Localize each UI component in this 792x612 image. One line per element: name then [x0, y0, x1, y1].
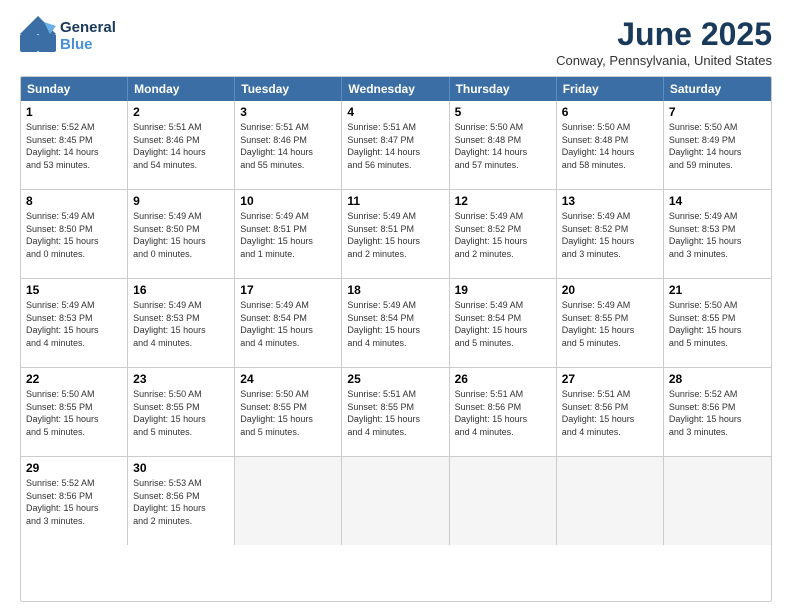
day-20: 20 Sunrise: 5:49 AMSunset: 8:55 PMDaylig… [557, 279, 664, 367]
day-10: 10 Sunrise: 5:49 AMSunset: 8:51 PMDaylig… [235, 190, 342, 278]
header-tuesday: Tuesday [235, 77, 342, 101]
day-27: 27 Sunrise: 5:51 AMSunset: 8:56 PMDaylig… [557, 368, 664, 456]
week-row-2: 8 Sunrise: 5:49 AMSunset: 8:50 PMDayligh… [21, 189, 771, 278]
day-4: 4 Sunrise: 5:51 AMSunset: 8:47 PMDayligh… [342, 101, 449, 189]
week-row-5: 29 Sunrise: 5:52 AMSunset: 8:56 PMDaylig… [21, 456, 771, 545]
day-26: 26 Sunrise: 5:51 AMSunset: 8:56 PMDaylig… [450, 368, 557, 456]
calendar-header: Sunday Monday Tuesday Wednesday Thursday… [21, 77, 771, 101]
day-30: 30 Sunrise: 5:53 AMSunset: 8:56 PMDaylig… [128, 457, 235, 545]
logo-icon [20, 16, 56, 56]
header-friday: Friday [557, 77, 664, 101]
calendar: Sunday Monday Tuesday Wednesday Thursday… [20, 76, 772, 602]
day-9: 9 Sunrise: 5:49 AMSunset: 8:50 PMDayligh… [128, 190, 235, 278]
day-25: 25 Sunrise: 5:51 AMSunset: 8:55 PMDaylig… [342, 368, 449, 456]
day-28: 28 Sunrise: 5:52 AMSunset: 8:56 PMDaylig… [664, 368, 771, 456]
day-14: 14 Sunrise: 5:49 AMSunset: 8:53 PMDaylig… [664, 190, 771, 278]
empty-4 [557, 457, 664, 545]
header-sunday: Sunday [21, 77, 128, 101]
day-7: 7 Sunrise: 5:50 AMSunset: 8:49 PMDayligh… [664, 101, 771, 189]
day-3: 3 Sunrise: 5:51 AMSunset: 8:46 PMDayligh… [235, 101, 342, 189]
logo-text-block: General Blue [60, 19, 116, 53]
day-21: 21 Sunrise: 5:50 AMSunset: 8:55 PMDaylig… [664, 279, 771, 367]
header: General Blue June 2025 Conway, Pennsylva… [20, 16, 772, 68]
header-wednesday: Wednesday [342, 77, 449, 101]
week-row-1: 1 Sunrise: 5:52 AMSunset: 8:45 PMDayligh… [21, 101, 771, 189]
empty-5 [664, 457, 771, 545]
header-saturday: Saturday [664, 77, 771, 101]
empty-1 [235, 457, 342, 545]
day-11: 11 Sunrise: 5:49 AMSunset: 8:51 PMDaylig… [342, 190, 449, 278]
day-17: 17 Sunrise: 5:49 AMSunset: 8:54 PMDaylig… [235, 279, 342, 367]
title-block: June 2025 Conway, Pennsylvania, United S… [556, 16, 772, 68]
day-8: 8 Sunrise: 5:49 AMSunset: 8:50 PMDayligh… [21, 190, 128, 278]
day-24: 24 Sunrise: 5:50 AMSunset: 8:55 PMDaylig… [235, 368, 342, 456]
month-title: June 2025 [556, 16, 772, 53]
logo-general: General [60, 19, 116, 36]
empty-3 [450, 457, 557, 545]
day-16: 16 Sunrise: 5:49 AMSunset: 8:53 PMDaylig… [128, 279, 235, 367]
page: General Blue June 2025 Conway, Pennsylva… [0, 0, 792, 612]
week-row-4: 22 Sunrise: 5:50 AMSunset: 8:55 PMDaylig… [21, 367, 771, 456]
day-23: 23 Sunrise: 5:50 AMSunset: 8:55 PMDaylig… [128, 368, 235, 456]
day-15: 15 Sunrise: 5:49 AMSunset: 8:53 PMDaylig… [21, 279, 128, 367]
day-12: 12 Sunrise: 5:49 AMSunset: 8:52 PMDaylig… [450, 190, 557, 278]
logo-blue: Blue [60, 36, 93, 53]
day-13: 13 Sunrise: 5:49 AMSunset: 8:52 PMDaylig… [557, 190, 664, 278]
header-monday: Monday [128, 77, 235, 101]
logo: General Blue [20, 16, 116, 56]
week-row-3: 15 Sunrise: 5:49 AMSunset: 8:53 PMDaylig… [21, 278, 771, 367]
day-5: 5 Sunrise: 5:50 AMSunset: 8:48 PMDayligh… [450, 101, 557, 189]
location: Conway, Pennsylvania, United States [556, 53, 772, 68]
day-6: 6 Sunrise: 5:50 AMSunset: 8:48 PMDayligh… [557, 101, 664, 189]
day-18: 18 Sunrise: 5:49 AMSunset: 8:54 PMDaylig… [342, 279, 449, 367]
day-1: 1 Sunrise: 5:52 AMSunset: 8:45 PMDayligh… [21, 101, 128, 189]
day-22: 22 Sunrise: 5:50 AMSunset: 8:55 PMDaylig… [21, 368, 128, 456]
day-29: 29 Sunrise: 5:52 AMSunset: 8:56 PMDaylig… [21, 457, 128, 545]
day-19: 19 Sunrise: 5:49 AMSunset: 8:54 PMDaylig… [450, 279, 557, 367]
calendar-body: 1 Sunrise: 5:52 AMSunset: 8:45 PMDayligh… [21, 101, 771, 545]
header-thursday: Thursday [450, 77, 557, 101]
empty-2 [342, 457, 449, 545]
day-2: 2 Sunrise: 5:51 AMSunset: 8:46 PMDayligh… [128, 101, 235, 189]
